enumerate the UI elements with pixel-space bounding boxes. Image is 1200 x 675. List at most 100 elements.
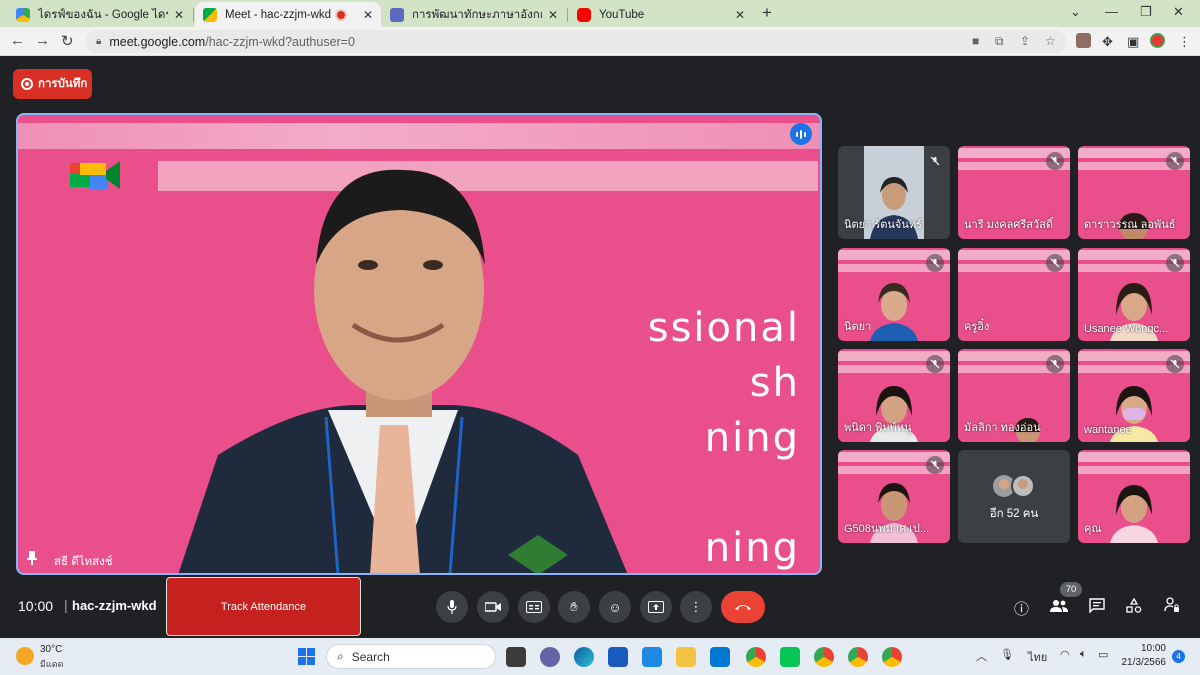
launcher-icon[interactable] xyxy=(642,647,662,667)
slide-strip xyxy=(1078,466,1190,474)
closed-captions-icon xyxy=(526,601,542,613)
camera-in-use-icon[interactable]: ■ xyxy=(972,34,979,48)
minimize-icon[interactable]: — xyxy=(1105,4,1118,19)
reactions-button[interactable]: ☺ xyxy=(599,591,631,623)
translate-icon[interactable]: ⧉ xyxy=(995,34,1004,49)
google-drive-icon xyxy=(16,7,30,22)
wifi-icon[interactable]: ◠ xyxy=(1060,648,1070,661)
muted-mic-icon xyxy=(926,456,944,474)
extensions-puzzle-icon[interactable]: ✥ xyxy=(1102,34,1113,50)
taskbar-date[interactable]: 21/3/2566 xyxy=(1108,657,1167,668)
more-options-button[interactable]: ⋮ xyxy=(680,591,712,623)
taskbar-time[interactable]: 10:00 xyxy=(1122,643,1166,654)
chrome-icon[interactable] xyxy=(746,647,766,667)
meeting-info-icon[interactable]: ⓘ xyxy=(1014,598,1029,619)
microphone-button[interactable] xyxy=(436,591,468,623)
google-forms-icon xyxy=(390,7,404,22)
taskbar-search[interactable]: ⌕ Search xyxy=(326,644,496,669)
tab-search-chevron-icon[interactable]: ⌄ xyxy=(1070,4,1081,20)
share-icon[interactable]: ⇪ xyxy=(1020,34,1030,48)
back-icon[interactable]: ← xyxy=(10,32,25,49)
tab-meet[interactable]: Meet - hac-zzjm-wkd ✕ xyxy=(195,2,381,27)
muted-mic-icon xyxy=(1046,254,1064,272)
google-meet-icon xyxy=(203,7,217,22)
new-tab-icon[interactable]: + xyxy=(762,3,772,23)
slide-mirrored-text: sh xyxy=(749,360,800,406)
recording-button[interactable]: การบันทึก xyxy=(13,69,92,99)
restore-icon[interactable]: ❐ xyxy=(1140,4,1152,20)
word-icon[interactable] xyxy=(608,647,628,667)
participant-tile[interactable]: มัลลิกา ทองอ่อน xyxy=(958,349,1070,442)
more-vert-icon: ⋮ xyxy=(689,599,703,614)
more-participants-tile[interactable]: อีก 52 คน xyxy=(958,450,1070,543)
weather-sun-icon[interactable] xyxy=(16,647,34,665)
reload-icon[interactable]: ↻ xyxy=(61,32,74,50)
people-icon[interactable] xyxy=(1050,599,1068,613)
raise-hand-button[interactable]: ✋︎ xyxy=(558,591,590,623)
notification-count-badge[interactable]: 4 xyxy=(1172,650,1185,663)
file-explorer-icon[interactable] xyxy=(676,647,696,667)
participant-name: wantanee xyxy=(1084,424,1132,436)
activities-icon[interactable] xyxy=(1126,598,1142,613)
participant-tile[interactable]: นิตยา รัตนจันทร์ xyxy=(838,146,950,239)
recording-indicator-icon xyxy=(336,10,345,19)
bookmark-star-icon[interactable]: ☆ xyxy=(1045,34,1056,48)
participant-tile[interactable]: Usanee Wongc... xyxy=(1078,248,1190,341)
lock-icon: 🔒︎ xyxy=(96,36,102,47)
side-panel-icon[interactable]: ▣ xyxy=(1127,34,1139,50)
close-tab-icon[interactable]: ✕ xyxy=(174,8,184,22)
present-screen-button[interactable] xyxy=(640,591,672,623)
close-tab-icon[interactable]: ✕ xyxy=(548,8,558,22)
record-icon xyxy=(21,78,33,90)
leave-call-button[interactable] xyxy=(721,591,765,623)
host-controls-icon[interactable] xyxy=(1164,597,1180,613)
participant-tile[interactable]: wantanee xyxy=(1078,349,1190,442)
extension-avatar-icon[interactable] xyxy=(1076,33,1091,48)
profile-avatar[interactable] xyxy=(1150,33,1165,48)
windows-taskbar: 30°C มีแดด ⌕ Search ︿ 🎙︎ ไทย ◠ 🔈︎ ▭ 10:0… xyxy=(0,638,1200,675)
meeting-code: hac-zzjm-wkd xyxy=(72,598,157,613)
battery-icon[interactable]: ▭ xyxy=(1098,648,1108,661)
participant-count-badge: 70 xyxy=(1060,582,1082,597)
participant-name: ดาราวรรณ ลอพันธ์ xyxy=(1084,219,1176,231)
teams-chat-icon[interactable] xyxy=(540,647,560,667)
search-icon: ⌕ xyxy=(337,649,344,663)
input-language[interactable]: ไทย xyxy=(1028,648,1047,666)
chrome-profile-icon[interactable] xyxy=(814,647,834,667)
participant-tile[interactable]: นิตยา xyxy=(838,248,950,341)
self-tile[interactable]: คุณ xyxy=(1078,450,1190,543)
participant-tile[interactable]: นารี มงคลศรีสวัสดิ์ xyxy=(958,146,1070,239)
address-bar[interactable]: 🔒︎ meet.google.com/hac-zzjm-wkd?authuser… xyxy=(86,30,1066,53)
chrome-profile-icon[interactable] xyxy=(848,647,868,667)
forward-icon[interactable]: → xyxy=(35,32,50,49)
browser-menu-icon[interactable]: ⋮ xyxy=(1178,34,1191,50)
close-tab-icon[interactable]: ✕ xyxy=(363,8,373,22)
tab-english-course[interactable]: การพัฒนาทักษะภาษาอังกฤษ English ✕ xyxy=(382,2,566,27)
task-view-icon[interactable] xyxy=(506,647,526,667)
microphone-tray-icon[interactable]: 🎙︎ xyxy=(1000,648,1014,661)
pin-icon[interactable] xyxy=(26,551,38,565)
participant-tile[interactable]: ดาราวรรณ ลอพันธ์ xyxy=(1078,146,1190,239)
participant-tile[interactable]: พนิดา พิมพ์หนู xyxy=(838,349,950,442)
tab-youtube[interactable]: YouTube ✕ xyxy=(569,2,753,27)
chat-icon[interactable] xyxy=(1089,598,1105,613)
chrome-profile-icon[interactable] xyxy=(882,647,902,667)
track-attendance-button[interactable]: Track Attendance xyxy=(166,577,361,636)
edge-browser-icon[interactable] xyxy=(574,647,594,667)
close-window-icon[interactable]: ✕ xyxy=(1173,4,1184,20)
weather-condition: มีแดด xyxy=(40,659,64,669)
tab-google-drive[interactable]: ไดรฟ์ของฉัน - Google ไดรฟ์ ✕ xyxy=(8,2,192,27)
muted-mic-icon xyxy=(1046,152,1064,170)
tray-chevron-icon[interactable]: ︿ xyxy=(976,648,987,664)
camera-button[interactable] xyxy=(477,591,509,623)
participant-tile[interactable]: G508นพมาศ เป... xyxy=(838,450,950,543)
volume-icon[interactable]: 🔈︎ xyxy=(1080,648,1087,661)
participant-tile[interactable]: ครูอิ๋ง xyxy=(958,248,1070,341)
captions-button[interactable] xyxy=(518,591,550,623)
windows-start-icon[interactable] xyxy=(298,648,315,665)
mail-icon[interactable] xyxy=(710,647,730,667)
line-icon[interactable] xyxy=(780,647,800,667)
slide-mirrored-text: ning xyxy=(704,415,800,461)
main-speaker-tile[interactable]: ssional sh ning ning สธี ดีไทสงช์ xyxy=(16,113,822,575)
close-tab-icon[interactable]: ✕ xyxy=(735,8,745,22)
